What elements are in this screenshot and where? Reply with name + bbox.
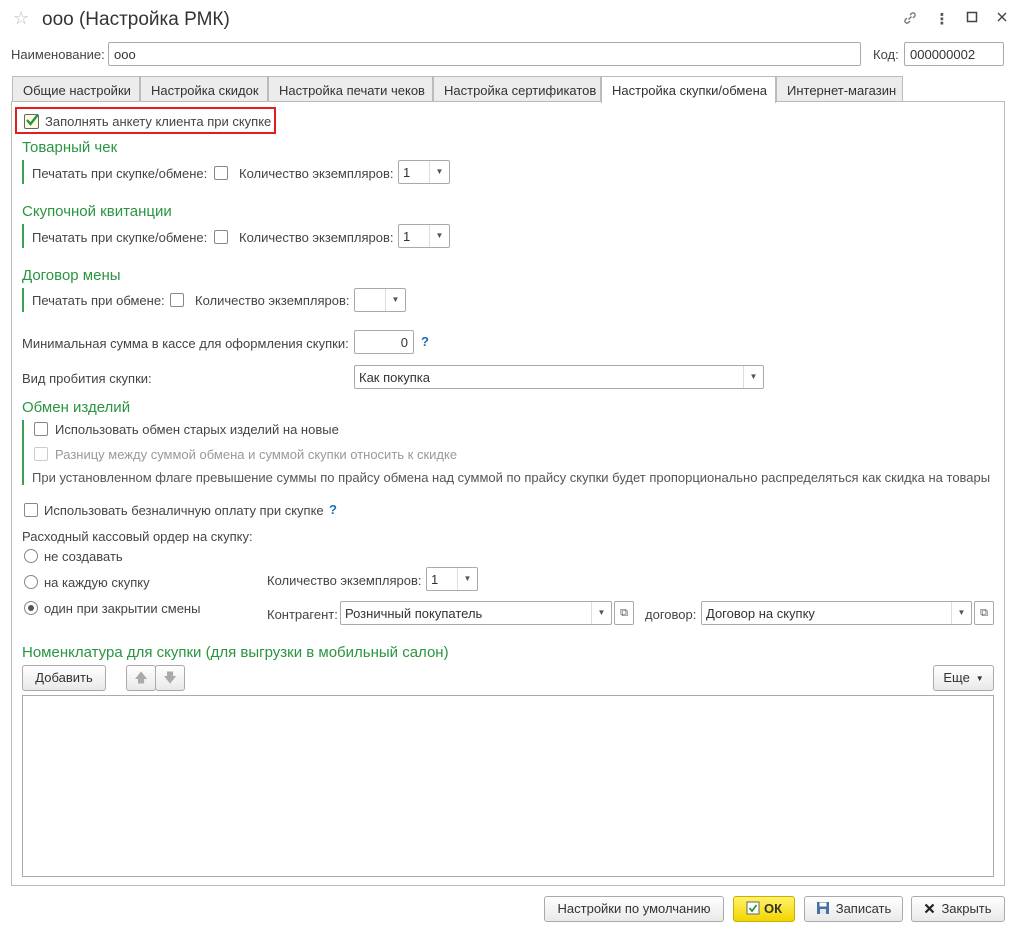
cash-order-label: Расходный кассовый ордер на скупку: [22,529,253,544]
min-sum-label: Минимальная сумма в кассе для оформления… [22,336,349,351]
cashless-checkbox[interactable] [24,503,38,517]
nomenclature-table[interactable] [22,695,994,877]
chevron-down-icon[interactable]: ▼ [457,568,477,590]
radio-no-create[interactable] [24,549,38,563]
contract-label: договор: [645,607,697,622]
chevron-down-icon[interactable]: ▼ [591,602,611,624]
buy-copies-label: Количество экземпляров: [239,230,394,245]
ok-label: ОК [763,901,783,916]
chevron-down-icon[interactable]: ▼ [429,161,449,183]
contract-select[interactable]: Договор на скупку ▼ [701,601,972,625]
chevron-down-icon: ▼ [973,674,984,683]
punch-type-value: Как покупка [359,370,430,385]
goods-print-label: Печатать при скупке/обмене: [32,166,208,181]
goods-receipt-title: Товарный чек [22,139,118,156]
difference-checkbox[interactable] [34,447,48,461]
contract-print-checkbox[interactable] [170,293,184,307]
radio-each-buyback-label: на каждую скупку [44,575,150,590]
punch-type-label: Вид пробития скупки: [22,371,152,386]
more-button-label: Еще [943,670,970,685]
add-button[interactable]: Добавить [22,665,106,691]
section-bar [22,420,24,485]
link-icon[interactable] [900,10,920,30]
tab-general[interactable]: Общие настройки [12,76,140,102]
counterparty-value: Розничный покупатель [345,606,483,621]
buy-receipt-title: Скупочной квитанции [22,203,172,220]
close-x-icon [924,898,935,922]
window-title: ооо (Настройка РМК) [42,9,230,30]
close-button[interactable]: Закрыть [911,896,1005,922]
tab-certificates[interactable]: Настройка сертификатов [433,76,601,102]
exchange-note: При установленном флаге превышение суммы… [32,470,991,485]
counterparty-select[interactable]: Розничный покупатель ▼ [340,601,612,625]
chevron-down-icon[interactable]: ▼ [429,225,449,247]
counterparty-label: Контрагент: [267,607,338,622]
contract-copies-label: Количество экземпляров: [195,293,350,308]
more-button[interactable]: Еще ▼ [933,665,994,691]
arrow-up-icon[interactable]: 🡅 [126,665,156,691]
exchange-contract-title: Договор мены [22,267,121,284]
nomenclature-title: Номенклатура для скупки (для выгрузки в … [22,644,449,661]
help-icon[interactable]: ? [421,334,429,349]
exchange-title: Обмен изделий [22,399,131,416]
buy-copies-value: 1 [403,229,411,244]
tab-online-store[interactable]: Интернет-магазин [776,76,903,102]
order-copies-value: 1 [431,572,439,587]
cashless-label: Использовать безналичную оплату при скуп… [44,503,324,518]
use-exchange-label: Использовать обмен старых изделий на нов… [55,422,339,437]
radio-on-shift-close[interactable] [24,601,38,615]
chevron-down-icon[interactable]: ▼ [951,602,971,624]
difference-label: Разницу между суммой обмена и суммой ску… [55,447,458,462]
min-sum-input[interactable]: 0 [354,330,414,354]
floppy-icon [816,899,830,923]
close-label: Закрыть [941,901,992,916]
goods-copies-select[interactable]: 1 ▼ [398,160,450,184]
ok-icon [746,899,760,923]
goods-copies-value: 1 [403,165,411,180]
tab-receipt-print[interactable]: Настройка печати чеков [268,76,433,102]
fill-profile-checkbox[interactable] [24,113,39,129]
buy-print-checkbox[interactable] [214,230,228,244]
name-input[interactable]: ооо [108,42,861,66]
section-bar [22,224,24,248]
chevron-down-icon[interactable]: ▼ [743,366,763,388]
order-copies-label: Количество экземпляров: [267,573,422,588]
tab-discounts[interactable]: Настройка скидок [140,76,268,102]
radio-on-shift-close-label: один при закрытии смены [44,601,201,616]
use-exchange-checkbox[interactable] [34,422,48,436]
arrow-down-icon[interactable]: 🡇 [155,665,185,691]
defaults-button[interactable]: Настройки по умолчанию [544,896,724,922]
tab-buyback-exchange[interactable]: Настройка скупки/обмена [601,76,776,103]
maximize-icon[interactable] [962,10,982,27]
code-input[interactable]: 000000002 [904,42,1004,66]
goods-copies-label: Количество экземпляров: [239,166,394,181]
fill-profile-label: Заполнять анкету клиента при скупке [45,114,272,129]
section-bar [22,160,24,184]
contract-value: Договор на скупку [706,606,815,621]
radio-each-buyback[interactable] [24,575,38,589]
buy-copies-select[interactable]: 1 ▼ [398,224,450,248]
ok-button[interactable]: ОК [733,896,795,922]
star-icon[interactable]: ☆ [13,8,29,29]
help-icon[interactable]: ? [329,502,337,517]
code-label: Код: [873,47,899,62]
contract-copies-select[interactable]: ▼ [354,288,406,312]
punch-type-select[interactable]: Как покупка ▼ [354,365,764,389]
name-label: Наименование: [11,47,105,62]
checkmark-icon [26,113,39,126]
radio-no-create-label: не создавать [44,549,123,564]
buy-print-label: Печатать при скупке/обмене: [32,230,208,245]
contract-print-label: Печатать при обмене: [32,293,165,308]
more-icon[interactable]: ⋮ [932,10,952,28]
section-bar [22,288,24,312]
open-contract-icon[interactable]: ⧉ [974,601,994,625]
close-icon[interactable] [992,10,1012,27]
save-button[interactable]: Записать [804,896,903,922]
save-label: Записать [835,901,892,916]
open-counterparty-icon[interactable]: ⧉ [614,601,634,625]
goods-print-checkbox[interactable] [214,166,228,180]
chevron-down-icon[interactable]: ▼ [385,289,405,311]
order-copies-select[interactable]: 1 ▼ [426,567,478,591]
